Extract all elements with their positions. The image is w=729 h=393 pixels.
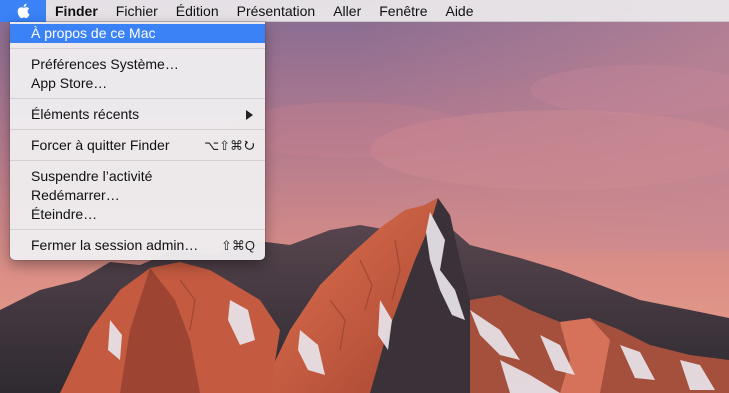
- menu-item-force-quit[interactable]: Forcer à quitter Finder ⌥⇧⌘: [10, 136, 265, 155]
- menu-item-label: Suspendre l’activité: [31, 168, 153, 184]
- apple-logo-icon: [17, 3, 30, 18]
- menu-item-label: App Store…: [31, 75, 108, 91]
- keyboard-shortcut: ⇧⌘Q: [220, 238, 255, 253]
- menu-finder[interactable]: Finder: [46, 0, 107, 22]
- chevron-right-icon: [246, 109, 253, 120]
- menu-separator: [10, 229, 265, 230]
- keyboard-shortcut: ⌥⇧⌘: [204, 136, 255, 155]
- menu-item-label: Fermer la session admin…: [31, 237, 199, 253]
- shortcut-keys: ⌥⇧⌘: [204, 138, 243, 153]
- menu-fenetre[interactable]: Fenêtre: [370, 0, 436, 22]
- menu-separator: [10, 129, 265, 130]
- menu-item-label: Éteindre…: [31, 206, 98, 222]
- menu-separator: [10, 160, 265, 161]
- menu-item-shut-down[interactable]: Éteindre…: [10, 205, 265, 224]
- menu-item-restart[interactable]: Redémarrer…: [10, 186, 265, 205]
- menu-edition[interactable]: Édition: [167, 0, 228, 22]
- menu-item-about-this-mac[interactable]: À propos de ce Mac: [10, 24, 265, 43]
- apple-dropdown-menu: À propos de ce Mac Préférences Système… …: [10, 22, 265, 260]
- menu-item-label: Redémarrer…: [31, 187, 120, 203]
- menu-aide[interactable]: Aide: [436, 0, 482, 22]
- menu-item-label: Préférences Système…: [31, 56, 179, 72]
- menu-item-label: Éléments récents: [31, 106, 140, 122]
- apple-menu-button[interactable]: [0, 0, 46, 22]
- menu-bar: Finder Fichier Édition Présentation Alle…: [0, 0, 729, 22]
- menu-item-recent-items[interactable]: Éléments récents: [10, 105, 265, 124]
- menu-aller[interactable]: Aller: [324, 0, 370, 22]
- menu-fichier[interactable]: Fichier: [107, 0, 167, 22]
- menu-separator: [10, 98, 265, 99]
- menu-item-log-out[interactable]: Fermer la session admin… ⇧⌘Q: [10, 236, 265, 255]
- menu-presentation[interactable]: Présentation: [228, 0, 325, 22]
- menu-item-label: À propos de ce Mac: [31, 25, 156, 41]
- escape-key-icon: [244, 140, 255, 150]
- menu-item-system-preferences[interactable]: Préférences Système…: [10, 55, 265, 74]
- menu-item-app-store[interactable]: App Store…: [10, 74, 265, 93]
- menu-item-sleep[interactable]: Suspendre l’activité: [10, 167, 265, 186]
- menu-item-label: Forcer à quitter Finder: [31, 137, 170, 153]
- menu-separator: [10, 48, 265, 49]
